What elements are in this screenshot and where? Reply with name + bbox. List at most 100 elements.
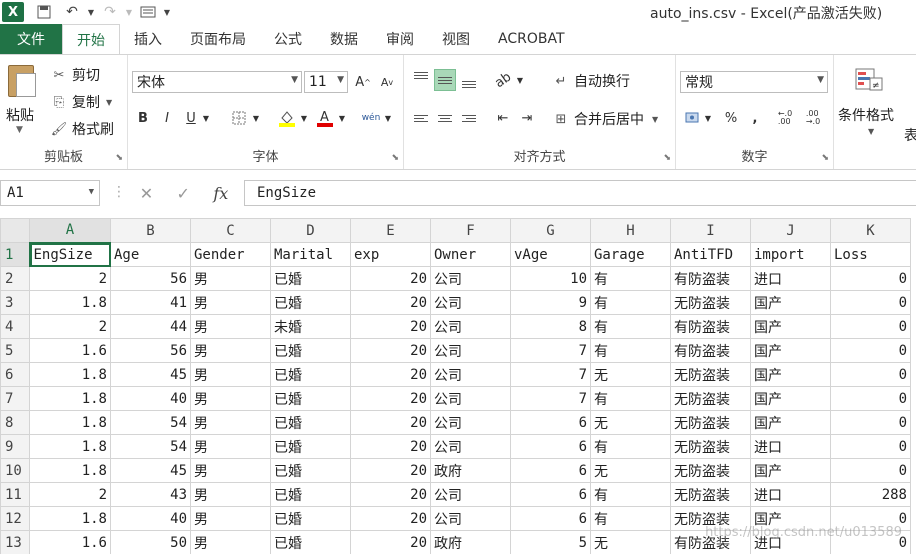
cell-a4[interactable]: 2 [29, 314, 111, 339]
cell-c9[interactable]: 男 [190, 434, 271, 459]
font-name-select[interactable]: 宋体 ▼ [132, 71, 302, 93]
cell-d6[interactable]: 已婚 [270, 362, 351, 387]
underline-dropdown-icon[interactable]: ▼ [200, 107, 212, 129]
cell-b1[interactable]: Age [110, 242, 191, 267]
cell-e12[interactable]: 20 [350, 506, 431, 531]
tab-acrobat[interactable]: ACROBAT [484, 24, 579, 54]
cell-k4[interactable]: 0 [830, 314, 911, 339]
phonetic-icon[interactable]: wén [360, 107, 382, 129]
cell-a9[interactable]: 1.8 [29, 434, 111, 459]
cell-a8[interactable]: 1.8 [29, 410, 111, 435]
row-header[interactable]: 3 [0, 290, 30, 315]
cell-g13[interactable]: 5 [510, 530, 591, 554]
cell-d4[interactable]: 未婚 [270, 314, 351, 339]
cell-h3[interactable]: 有 [590, 290, 671, 315]
column-header-i[interactable]: I [670, 218, 751, 243]
row-header[interactable]: 9 [0, 434, 30, 459]
cell-g3[interactable]: 9 [510, 290, 591, 315]
column-header-h[interactable]: H [590, 218, 671, 243]
cell-e6[interactable]: 20 [350, 362, 431, 387]
cell-k3[interactable]: 0 [830, 290, 911, 315]
percent-button[interactable]: % [720, 107, 742, 129]
cell-k11[interactable]: 288 [830, 482, 911, 507]
underline-button[interactable]: U [180, 107, 202, 129]
fill-color-icon[interactable] [276, 107, 298, 129]
name-box-dropdown-icon[interactable]: ▼ [89, 187, 94, 197]
select-all-corner[interactable] [0, 218, 30, 243]
cell-h12[interactable]: 有 [590, 506, 671, 531]
cell-b7[interactable]: 40 [110, 386, 191, 411]
row-header[interactable]: 8 [0, 410, 30, 435]
column-header-e[interactable]: E [350, 218, 431, 243]
row-header[interactable]: 12 [0, 506, 30, 531]
align-top-icon[interactable] [410, 69, 432, 91]
cell-b11[interactable]: 43 [110, 482, 191, 507]
row-header[interactable]: 5 [0, 338, 30, 363]
cell-g1[interactable]: vAge [510, 242, 591, 267]
cell-h10[interactable]: 无 [590, 458, 671, 483]
cell-k10[interactable]: 0 [830, 458, 911, 483]
cell-b8[interactable]: 54 [110, 410, 191, 435]
format-as-table-fragment[interactable]: 表 [904, 125, 916, 145]
cell-g4[interactable]: 8 [510, 314, 591, 339]
row-header[interactable]: 10 [0, 458, 30, 483]
cell-d3[interactable]: 已婚 [270, 290, 351, 315]
cell-d2[interactable]: 已婚 [270, 266, 351, 291]
tab-data[interactable]: 数据 [316, 24, 372, 54]
font-color-dropdown-icon[interactable]: ▼ [336, 107, 348, 129]
cell-g12[interactable]: 6 [510, 506, 591, 531]
cell-a11[interactable]: 2 [29, 482, 111, 507]
cell-h2[interactable]: 有 [590, 266, 671, 291]
save-icon[interactable] [30, 1, 58, 23]
wrap-text-button[interactable]: ↵ 自动换行 [552, 71, 630, 91]
increase-indent-icon[interactable]: ⇥ [516, 107, 538, 129]
enter-icon[interactable]: ✓ [177, 184, 190, 203]
cancel-icon[interactable]: ✕ [140, 184, 153, 203]
decrease-indent-icon[interactable]: ⇤ [492, 107, 514, 129]
cell-b9[interactable]: 54 [110, 434, 191, 459]
cell-f2[interactable]: 公司 [430, 266, 511, 291]
cell-b3[interactable]: 41 [110, 290, 191, 315]
cell-f7[interactable]: 公司 [430, 386, 511, 411]
cell-c1[interactable]: Gender [190, 242, 271, 267]
alignment-launcher-icon[interactable]: ⬊ [663, 153, 671, 163]
cell-i7[interactable]: 无防盗装 [670, 386, 751, 411]
cell-b13[interactable]: 50 [110, 530, 191, 554]
currency-icon[interactable] [682, 107, 704, 129]
cell-a2[interactable]: 2 [29, 266, 111, 291]
cell-f12[interactable]: 公司 [430, 506, 511, 531]
redo-icon[interactable]: ↷ [96, 1, 124, 23]
cell-j9[interactable]: 进口 [750, 434, 831, 459]
cell-i6[interactable]: 无防盗装 [670, 362, 751, 387]
cell-f4[interactable]: 公司 [430, 314, 511, 339]
cell-a13[interactable]: 1.6 [29, 530, 111, 554]
cell-c7[interactable]: 男 [190, 386, 271, 411]
cell-b12[interactable]: 40 [110, 506, 191, 531]
cell-g8[interactable]: 6 [510, 410, 591, 435]
cell-g10[interactable]: 6 [510, 458, 591, 483]
cell-e5[interactable]: 20 [350, 338, 431, 363]
bold-button[interactable]: B [132, 107, 154, 129]
align-center-icon[interactable] [434, 107, 456, 129]
column-header-b[interactable]: B [110, 218, 191, 243]
formula-input[interactable]: EngSize [244, 180, 916, 206]
cell-i2[interactable]: 有防盗装 [670, 266, 751, 291]
cell-j11[interactable]: 进口 [750, 482, 831, 507]
cell-d5[interactable]: 已婚 [270, 338, 351, 363]
merge-center-button[interactable]: ⊞ 合并后居中 ▼ [552, 109, 659, 129]
cell-g9[interactable]: 6 [510, 434, 591, 459]
tab-page-layout[interactable]: 页面布局 [176, 24, 260, 54]
cell-a10[interactable]: 1.8 [29, 458, 111, 483]
cell-k8[interactable]: 0 [830, 410, 911, 435]
tab-view[interactable]: 视图 [428, 24, 484, 54]
cell-g2[interactable]: 10 [510, 266, 591, 291]
cell-e3[interactable]: 20 [350, 290, 431, 315]
cell-k1[interactable]: Loss [830, 242, 911, 267]
cell-i1[interactable]: AntiTFD [670, 242, 751, 267]
cell-i5[interactable]: 有防盗装 [670, 338, 751, 363]
cell-d10[interactable]: 已婚 [270, 458, 351, 483]
column-header-d[interactable]: D [270, 218, 351, 243]
row-header[interactable]: 1 [0, 242, 31, 267]
cell-f3[interactable]: 公司 [430, 290, 511, 315]
row-header[interactable]: 13 [0, 530, 30, 554]
